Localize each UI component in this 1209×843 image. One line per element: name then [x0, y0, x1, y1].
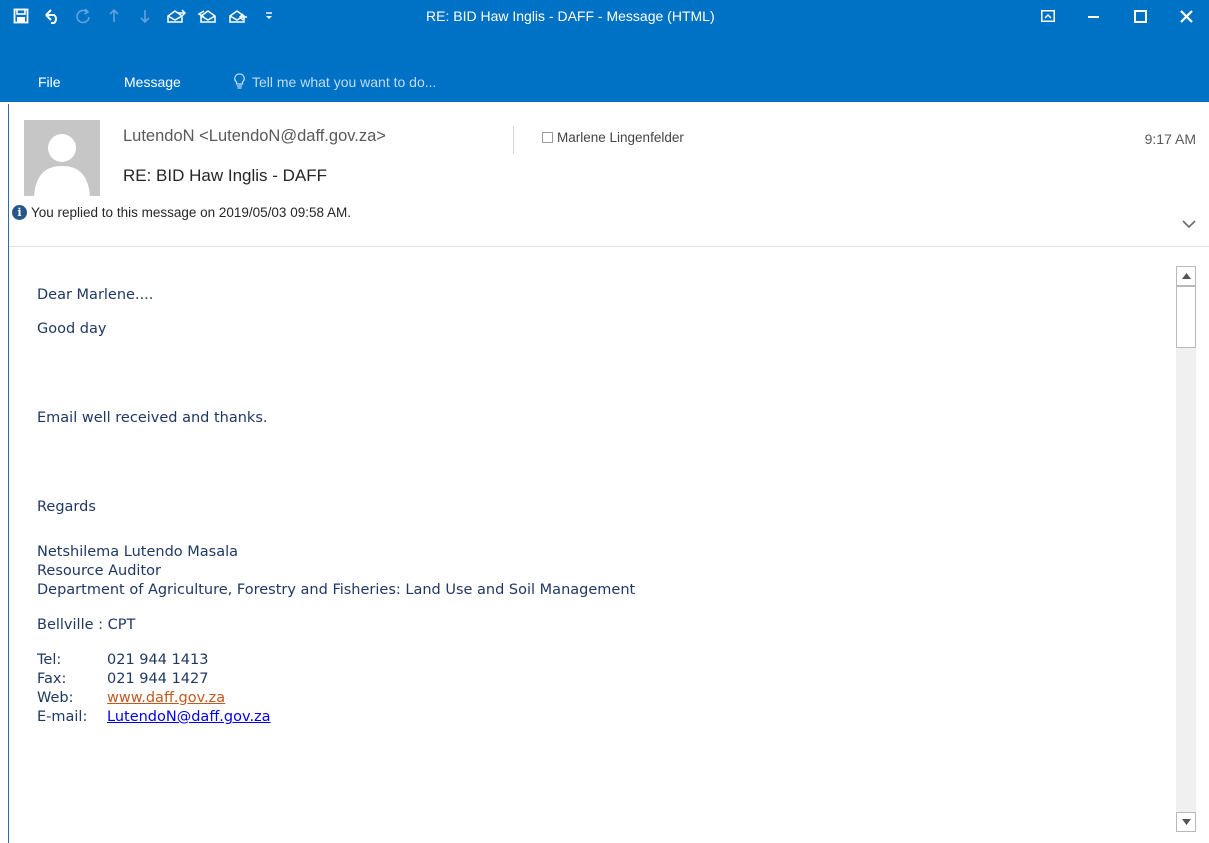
vertical-scrollbar[interactable]: [1176, 266, 1196, 832]
info-text: You replied to this message on 2019/05/0…: [31, 205, 351, 220]
recipient[interactable]: Marlene Lingenfelder: [542, 130, 684, 145]
down-icon[interactable]: [129, 0, 160, 32]
avatar: [24, 120, 100, 196]
quick-access-toolbar: [0, 0, 284, 32]
body-text: Email well received and thanks.: [37, 410, 268, 426]
customize-icon[interactable]: [253, 0, 284, 32]
header-separator: [9, 246, 1209, 247]
tab-message[interactable]: Message: [124, 62, 181, 102]
up-icon[interactable]: [98, 0, 129, 32]
good-day: Good day: [37, 321, 107, 337]
signature-department: Department of Agriculture, Forestry and …: [37, 582, 636, 598]
recipient-checkbox: [542, 132, 553, 143]
forward-icon[interactable]: [160, 0, 191, 32]
signature-location: Bellville : CPT: [37, 617, 136, 633]
expand-header-icon[interactable]: [1182, 216, 1196, 234]
web-label: Web:: [37, 690, 74, 706]
header-divider: [513, 126, 514, 154]
window-controls: [1025, 0, 1209, 32]
save-icon[interactable]: [0, 0, 36, 32]
title-bar: RE: BID Haw Inglis - DAFF - Message (HTM…: [0, 0, 1209, 62]
email-label: E-mail:: [37, 709, 88, 725]
regards: Regards: [37, 499, 96, 515]
tell-me-text: Tell me what you want to do...: [252, 74, 437, 90]
email-link[interactable]: LutendoN@daff.gov.za: [107, 709, 271, 725]
signature-tel: Tel: 021 944 1413: [37, 652, 208, 668]
scroll-up-icon[interactable]: [1176, 266, 1196, 286]
redo-icon[interactable]: [67, 0, 98, 32]
tel-label: Tel:: [37, 652, 62, 668]
signature-web: Web: www.daff.gov.za: [37, 690, 225, 706]
reply-all-icon[interactable]: [191, 0, 222, 32]
reply-icon[interactable]: [222, 0, 253, 32]
scroll-thumb[interactable]: [1176, 286, 1196, 348]
fax-value: 021 944 1427: [107, 671, 209, 687]
tel-value: 021 944 1413: [107, 652, 209, 668]
recipient-name: Marlene Lingenfelder: [557, 130, 684, 145]
info-icon: i: [12, 205, 27, 220]
signature-fax: Fax: 021 944 1427: [37, 671, 208, 687]
scroll-down-icon[interactable]: [1176, 812, 1196, 832]
signature-position: Resource Auditor: [37, 563, 161, 579]
reading-pane: LutendoN <LutendoN@daff.gov.za> Marlene …: [8, 104, 1209, 843]
window-title: RE: BID Haw Inglis - DAFF - Message (HTM…: [426, 8, 715, 24]
message-subject: RE: BID Haw Inglis - DAFF: [123, 166, 328, 185]
signature-name: Netshilema Lutendo Masala: [37, 544, 239, 560]
sender[interactable]: LutendoN <LutendoN@daff.gov.za>: [123, 127, 386, 146]
greeting: Dear Marlene....: [37, 287, 154, 303]
message-header: LutendoN <LutendoN@daff.gov.za> Marlene …: [9, 104, 1209, 246]
lightbulb-icon: [234, 72, 245, 92]
fax-label: Fax:: [37, 671, 67, 687]
tab-file[interactable]: File: [38, 62, 61, 102]
ribbon-display-options-icon[interactable]: [1025, 0, 1071, 32]
close-icon[interactable]: [1163, 0, 1209, 32]
tell-me-box[interactable]: Tell me what you want to do...: [234, 62, 436, 102]
maximize-icon[interactable]: [1117, 0, 1163, 32]
undo-icon[interactable]: [36, 0, 67, 32]
signature-email: E-mail: LutendoN@daff.gov.za: [37, 709, 271, 725]
received-time: 9:17 AM: [1144, 131, 1196, 147]
ribbon-tabs: File Message Tell me what you want to do…: [0, 62, 1209, 102]
web-link[interactable]: www.daff.gov.za: [107, 690, 225, 706]
minimize-icon[interactable]: [1071, 0, 1117, 32]
info-bar[interactable]: i You replied to this message on 2019/05…: [12, 205, 351, 220]
